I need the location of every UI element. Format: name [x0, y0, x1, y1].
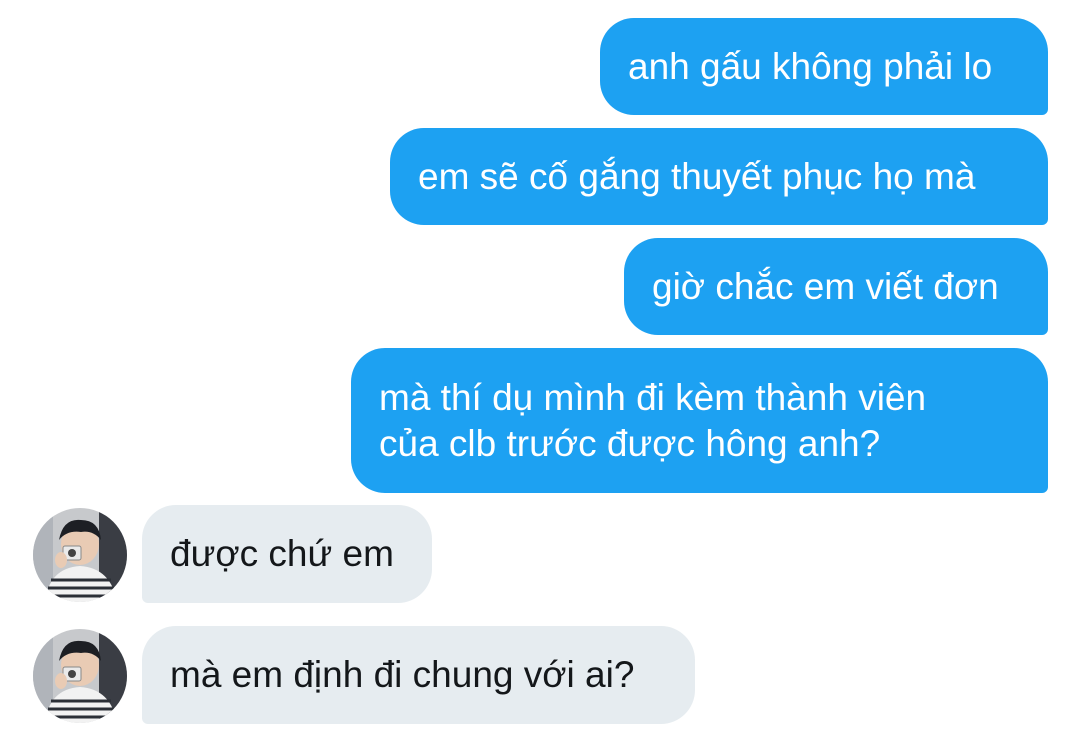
sent-message-bubble[interactable]: em sẽ cố gắng thuyết phục họ mà: [390, 128, 1048, 225]
message-text: được chứ em: [170, 533, 394, 574]
received-message-bubble[interactable]: mà em định đi chung với ai?: [142, 626, 695, 724]
avatar-photo-icon: [33, 629, 127, 723]
sent-message-bubble[interactable]: mà thí dụ mình đi kèm thành viên của clb…: [351, 348, 1048, 493]
message-text: giờ chắc em viết đơn: [652, 265, 999, 307]
user-avatar[interactable]: [33, 508, 127, 602]
received-message-bubble[interactable]: được chứ em: [142, 505, 432, 603]
message-text: mà thí dụ mình đi kèm thành viên của clb…: [379, 376, 927, 464]
sent-message-bubble[interactable]: giờ chắc em viết đơn: [624, 238, 1048, 335]
sent-message-bubble[interactable]: anh gấu không phải lo: [600, 18, 1048, 115]
conversation-thread: anh gấu không phải lo em sẽ cố gắng thuy…: [0, 0, 1080, 733]
message-text: mà em định đi chung với ai?: [170, 654, 635, 695]
message-text: em sẽ cố gắng thuyết phục họ mà: [418, 155, 976, 197]
message-text: anh gấu không phải lo: [628, 45, 993, 87]
user-avatar[interactable]: [33, 629, 127, 723]
avatar-photo-icon: [33, 508, 127, 602]
